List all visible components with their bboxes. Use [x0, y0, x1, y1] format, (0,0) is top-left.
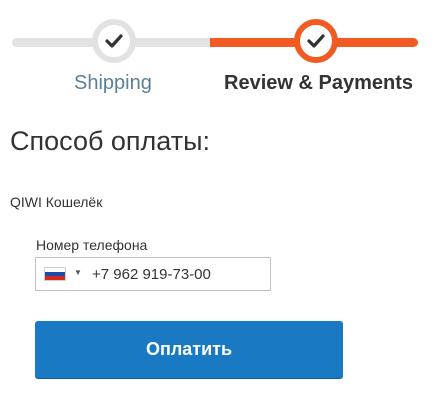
caret-down-icon: ▼ [74, 268, 82, 277]
pay-button[interactable]: Оплатить [35, 321, 343, 378]
payment-method-name: QIWI Кошелёк [10, 194, 103, 210]
checkout-progress-bar: Shipping Review & Payments [0, 0, 441, 100]
phone-input[interactable] [92, 259, 262, 289]
step-shipping-indicator[interactable] [92, 19, 136, 63]
step-review-indicator [294, 19, 338, 63]
checkmark-icon [307, 34, 325, 48]
step-shipping-link[interactable]: Shipping [74, 72, 152, 95]
page-title: Способ оплаты: [10, 126, 211, 156]
checkmark-icon [105, 34, 123, 48]
step-review-label: Review & Payments [224, 72, 413, 94]
country-selector[interactable]: ▼ [44, 258, 94, 290]
phone-field-label: Номер телефона [36, 237, 148, 253]
russia-flag-icon [44, 267, 66, 281]
phone-field: ▼ [35, 257, 271, 291]
